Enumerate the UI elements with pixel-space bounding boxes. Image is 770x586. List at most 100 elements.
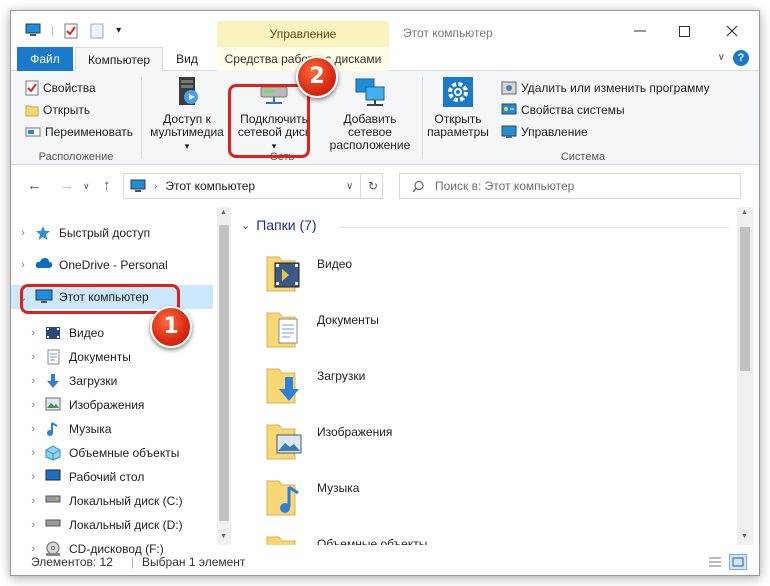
maximize-icon xyxy=(678,25,690,37)
chevron-right-icon[interactable]: › xyxy=(11,495,45,507)
properties-label: Свойства xyxy=(43,81,96,95)
help-icon[interactable]: ? xyxy=(733,50,749,66)
nav-item-music[interactable]: › Музыка xyxy=(11,417,213,441)
nav-item-desktop[interactable]: › Рабочий стол xyxy=(11,465,213,489)
chevron-right-icon[interactable]: › xyxy=(11,327,45,339)
folder-3d-objects[interactable]: Объемные объекты xyxy=(265,531,565,545)
scroll-up-icon[interactable]: ▲ xyxy=(220,209,227,216)
content-scrollbar-thumb[interactable] xyxy=(740,227,750,371)
chevron-right-icon[interactable]: › xyxy=(11,471,45,483)
computer-management-icon xyxy=(501,125,517,138)
settings-gear-icon xyxy=(441,75,475,109)
folder-downloads[interactable]: Загрузки xyxy=(265,363,565,411)
nav-item-pictures[interactable]: › Изображения xyxy=(11,393,213,417)
address-divider xyxy=(360,174,361,198)
address-row: ← → ∨ ↑ › Этот компьютер ∨ ↻ Поиск в: Эт… xyxy=(11,169,759,203)
computer-icon xyxy=(130,179,146,192)
close-button[interactable] xyxy=(717,21,747,41)
rename-icon xyxy=(25,127,41,137)
manage-button[interactable]: Управление xyxy=(501,121,710,143)
folder-music[interactable]: Музыка xyxy=(265,475,565,523)
maximize-button[interactable] xyxy=(669,21,699,41)
chevron-right-icon[interactable]: › xyxy=(11,227,35,239)
hard-drive-icon xyxy=(45,517,63,533)
nav-item-drive-d[interactable]: › Локальный диск (D:) xyxy=(11,513,213,537)
folder-video[interactable]: Видео xyxy=(265,251,565,299)
open-button[interactable]: Открыть xyxy=(25,99,133,121)
chevron-right-icon[interactable]: › xyxy=(11,259,35,271)
address-dropdown-icon[interactable]: ∨ xyxy=(346,181,353,192)
nav-quick-access[interactable]: › Быстрый доступ xyxy=(11,221,213,245)
details-view-icon[interactable] xyxy=(708,556,722,571)
content-scrollbar[interactable]: ▲ ▼ xyxy=(737,207,753,545)
callout-highlight-map-drive xyxy=(228,84,310,158)
chevron-right-icon[interactable]: › xyxy=(11,447,45,459)
folder-name: Загрузки xyxy=(317,369,366,383)
folders-group-header[interactable]: ⌄ Папки (7) xyxy=(241,217,317,233)
minimize-button[interactable] xyxy=(625,21,655,41)
nav-item-drive-c[interactable]: › Локальный диск (C:) xyxy=(11,489,213,513)
search-input[interactable]: Поиск в: Этот компьютер xyxy=(399,173,741,199)
pictures-folder-icon xyxy=(265,419,305,463)
cloud-icon xyxy=(35,257,53,273)
scroll-up-icon[interactable]: ▲ xyxy=(741,209,748,216)
media-access-label-2: мультимедиа ▾ xyxy=(150,125,224,152)
programs-icon xyxy=(501,81,517,95)
tab-view[interactable]: Вид xyxy=(167,47,207,71)
open-settings-button[interactable]: Открыть параметры xyxy=(423,75,493,139)
manage-contextual-tab[interactable]: Управление xyxy=(217,21,389,47)
chevron-right-icon[interactable]: › xyxy=(11,399,45,411)
qat-dropdown-icon[interactable]: ▾ xyxy=(116,25,121,36)
up-button[interactable]: ↑ xyxy=(103,177,111,194)
scroll-down-icon[interactable]: ▼ xyxy=(741,533,748,540)
folders-group-title: Папки (7) xyxy=(256,217,317,233)
forward-button[interactable]: → xyxy=(59,177,74,194)
nav-item-label: Локальный диск (C:) xyxy=(69,494,183,508)
nav-onedrive[interactable]: › OneDrive - Personal xyxy=(11,253,213,277)
breadcrumb-chevron-icon[interactable]: › xyxy=(154,181,157,192)
rename-button[interactable]: Переименовать xyxy=(25,121,133,143)
properties-button[interactable]: Свойства xyxy=(25,77,133,99)
new-folder-icon[interactable] xyxy=(90,23,106,39)
tab-computer[interactable]: Компьютер xyxy=(75,47,163,72)
tab-file[interactable]: Файл xyxy=(17,47,73,71)
properties-icon[interactable] xyxy=(64,23,80,39)
back-button[interactable]: ← xyxy=(27,177,42,194)
nav-item-label: Загрузки xyxy=(69,374,118,388)
group-divider xyxy=(339,227,729,228)
nav-item-downloads[interactable]: › Загрузки xyxy=(11,369,213,393)
chevron-down-icon[interactable]: ⌄ xyxy=(241,219,250,232)
chevron-right-icon[interactable]: › xyxy=(11,375,45,387)
refresh-icon[interactable]: ↻ xyxy=(368,179,378,193)
nav-item-label: Видео xyxy=(69,326,105,340)
collapse-ribbon-icon[interactable]: ∨ xyxy=(718,52,725,63)
uninstall-program-button[interactable]: Удалить или изменить программу xyxy=(501,77,710,99)
system-properties-button[interactable]: Свойства системы xyxy=(501,99,710,121)
properties-check-icon xyxy=(25,80,39,96)
media-server-icon xyxy=(170,75,204,109)
minimize-icon xyxy=(634,30,646,32)
chevron-right-icon[interactable]: › xyxy=(11,423,45,435)
scroll-down-icon[interactable]: ▼ xyxy=(220,533,227,540)
folder-pictures[interactable]: Изображения xyxy=(265,419,565,467)
music-folder-icon xyxy=(265,475,305,519)
large-icons-view-icon[interactable] xyxy=(729,554,747,570)
chevron-right-icon[interactable]: › xyxy=(11,351,45,363)
open-folder-icon xyxy=(25,105,39,117)
location-group: Свойства Открыть Переименовать Расположе… xyxy=(11,71,141,165)
address-bar[interactable]: › Этот компьютер ∨ ↻ xyxy=(123,173,383,199)
recent-locations-icon[interactable]: ∨ xyxy=(83,181,90,192)
rename-label: Переименовать xyxy=(45,125,133,139)
folder-documents[interactable]: Документы xyxy=(265,307,565,355)
folder-name: Документы xyxy=(317,313,379,327)
documents-folder-icon xyxy=(265,307,305,351)
uninstall-label: Удалить или изменить программу xyxy=(521,81,710,95)
nav-item-3d-objects[interactable]: › Объемные объекты xyxy=(11,441,213,465)
nav-scrollbar-thumb[interactable] xyxy=(219,225,229,521)
media-access-button[interactable]: Доступ к мультимедиа ▾ xyxy=(148,75,226,153)
nav-item-documents[interactable]: › Документы xyxy=(11,345,213,369)
address-path[interactable]: Этот компьютер xyxy=(165,179,255,193)
chevron-right-icon[interactable]: › xyxy=(11,519,45,531)
search-placeholder: Поиск в: Этот компьютер xyxy=(435,179,575,193)
nav-scrollbar[interactable]: ▲ ▼ xyxy=(217,207,231,545)
